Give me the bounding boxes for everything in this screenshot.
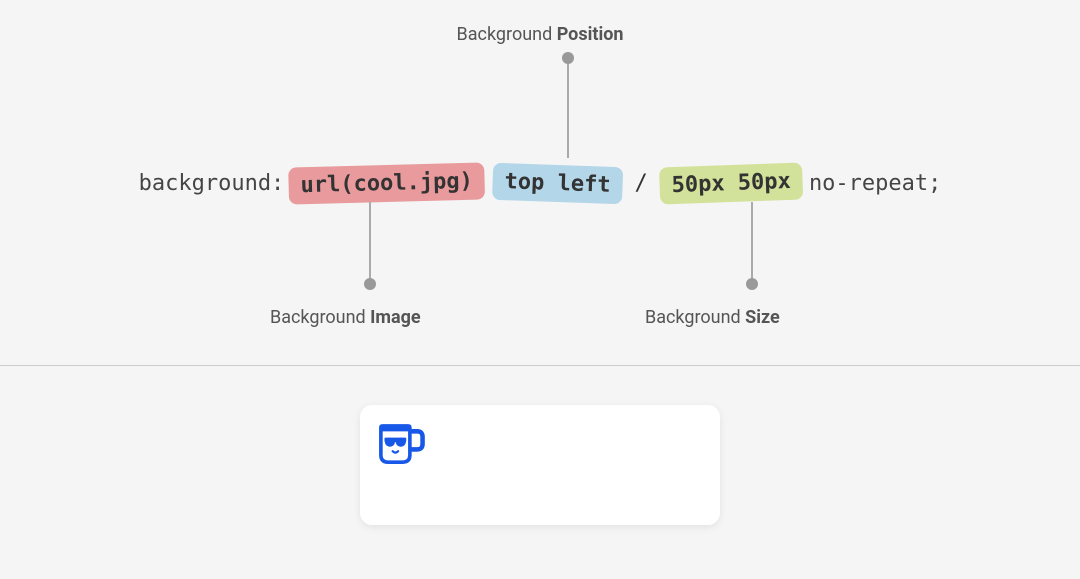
connector-dot-position bbox=[562, 52, 574, 64]
code-property: background: bbox=[139, 171, 285, 196]
label-background-size: Background Size bbox=[645, 307, 780, 328]
connector-line-image bbox=[369, 202, 371, 284]
connector-line-position bbox=[567, 58, 569, 158]
css-code-line: background: url(cool.jpg) top left / 50p… bbox=[139, 165, 942, 202]
label-background-image: Background Image bbox=[270, 307, 421, 328]
code-position-value: top left bbox=[492, 163, 623, 205]
code-size-value: 50px 50px bbox=[659, 163, 803, 205]
section-divider bbox=[0, 365, 1080, 366]
code-image-value: url(cool.jpg) bbox=[288, 162, 485, 204]
connector-dot-size bbox=[746, 278, 758, 290]
preview-box bbox=[360, 405, 720, 525]
code-repeat-value: no-repeat; bbox=[809, 171, 941, 196]
label-background-position: Background Position bbox=[457, 24, 624, 45]
connector-dot-image bbox=[364, 278, 376, 290]
mug-icon bbox=[370, 415, 428, 473]
code-slash: / bbox=[634, 171, 647, 196]
connector-line-size bbox=[751, 202, 753, 284]
